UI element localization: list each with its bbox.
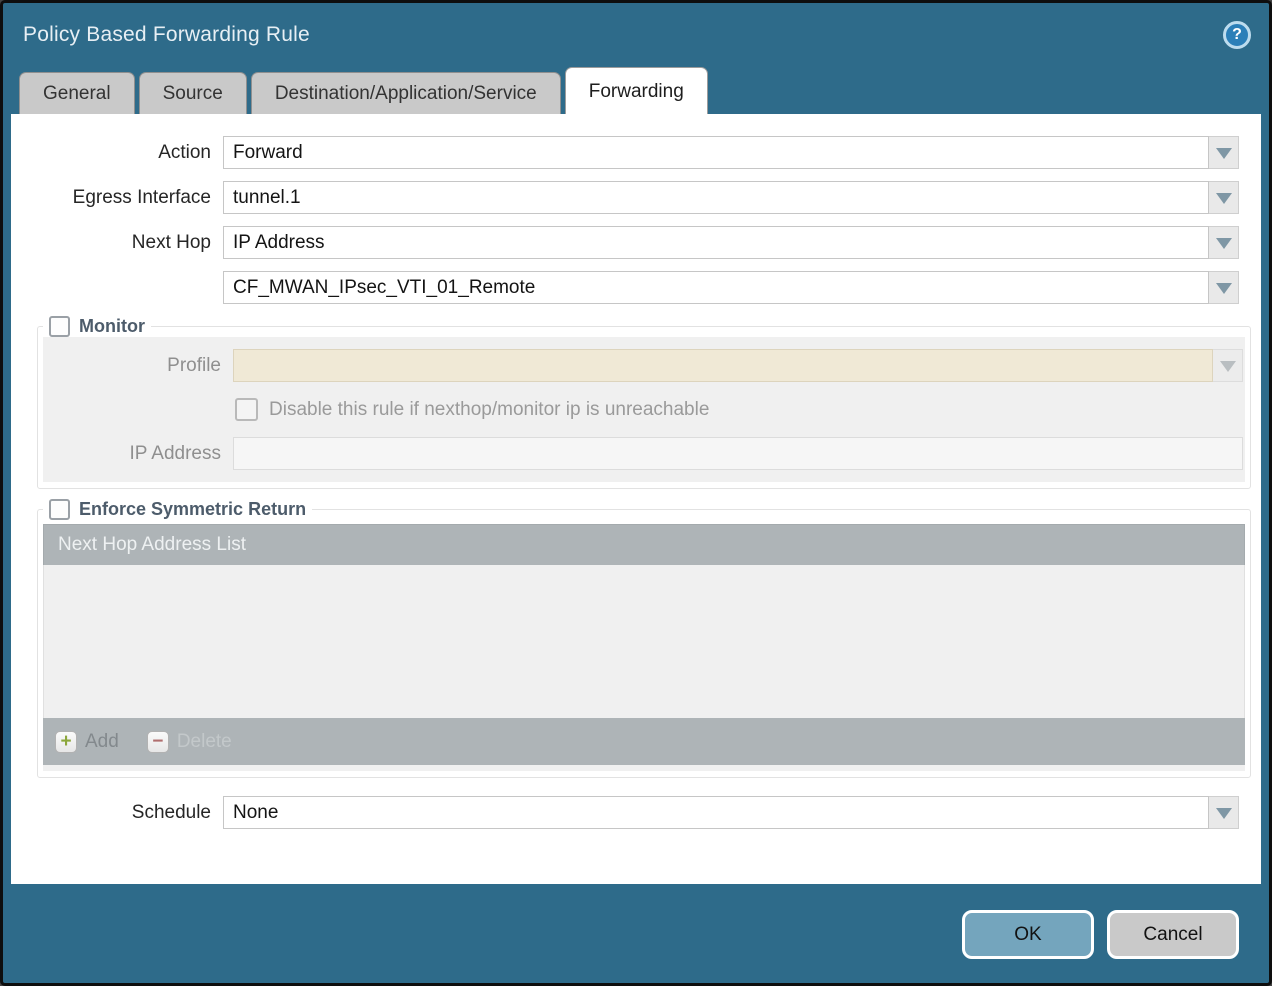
forwarding-tab-panel: Action Forward Egress Interface tunnel.1… [11,114,1261,884]
monitor-panel: Profile Disable this rule if nexthop/mon… [43,337,1245,482]
profile-label: Profile [43,355,233,377]
disable-rule-label: Disable this rule if nexthop/monitor ip … [269,399,709,421]
add-button[interactable]: + Add [55,731,119,753]
disable-rule-row: Disable this rule if nexthop/monitor ip … [235,393,1243,426]
schedule-dropdown-button[interactable] [1209,796,1239,829]
egress-interface-dropdown-button[interactable] [1209,181,1239,214]
plus-icon: + [55,731,77,753]
egress-interface-row: Egress Interface tunnel.1 [11,181,1239,214]
next-hop-row: Next Hop IP Address [11,226,1239,259]
action-dropdown-button[interactable] [1209,136,1239,169]
table-body-empty [43,565,1245,718]
tab-source[interactable]: Source [139,72,247,114]
chevron-down-icon [1216,193,1232,212]
pbf-rule-dialog: Policy Based Forwarding Rule ? General S… [0,0,1272,986]
dialog-footer: OK Cancel [3,884,1269,959]
help-icon[interactable]: ? [1223,21,1251,49]
delete-button[interactable]: − Delete [147,731,232,753]
next-hop-address-list-column-header: Next Hop Address List [58,534,246,556]
action-label: Action [11,142,223,164]
chevron-down-icon [1220,361,1236,380]
schedule-row: Schedule None [11,796,1239,829]
next-hop-address-dropdown-button[interactable] [1209,271,1239,304]
monitor-group: Monitor Profile Disable this rule if nex… [37,316,1251,489]
table-toolbar: + Add − Delete [43,718,1245,765]
enforce-symmetric-return-checkbox[interactable] [49,499,70,520]
monitor-ip-address-input [233,437,1243,470]
delete-button-label: Delete [177,731,232,753]
next-hop-type-dropdown-button[interactable] [1209,226,1239,259]
table-header-row: Next Hop Address List [43,524,1245,565]
disable-rule-checkbox [235,398,258,421]
next-hop-type-select[interactable]: IP Address [223,226,1209,259]
add-button-label: Add [85,731,119,753]
enforce-legend: Enforce Symmetric Return [43,499,312,520]
next-hop-address-list-table: Next Hop Address List + Add − Delete [43,524,1245,771]
action-select[interactable]: Forward [223,136,1209,169]
monitor-ip-address-label: IP Address [43,443,233,465]
next-hop-address-row: CF_MWAN_IPsec_VTI_01_Remote [11,271,1239,304]
monitor-legend: Monitor [43,316,151,337]
chevron-down-icon [1216,808,1232,827]
next-hop-address-select[interactable]: CF_MWAN_IPsec_VTI_01_Remote [223,271,1209,304]
chevron-down-icon [1216,238,1232,257]
tab-destination-application-service[interactable]: Destination/Application/Service [251,72,561,114]
action-row: Action Forward [11,136,1239,169]
chevron-down-icon [1216,148,1232,167]
tab-general[interactable]: General [19,72,135,114]
chevron-down-icon [1216,283,1232,302]
enforce-symmetric-return-title: Enforce Symmetric Return [79,499,306,520]
next-hop-label: Next Hop [11,232,223,254]
tab-forwarding[interactable]: Forwarding [565,67,708,114]
cancel-button[interactable]: Cancel [1107,910,1239,959]
tab-strip: General Source Destination/Application/S… [3,67,1269,114]
enforce-symmetric-return-group: Enforce Symmetric Return Next Hop Addres… [37,499,1251,778]
table-bottom-strip [43,765,1245,771]
monitor-ip-address-row: IP Address [43,437,1243,470]
egress-interface-label: Egress Interface [11,187,223,209]
monitor-checkbox[interactable] [49,316,70,337]
ok-button[interactable]: OK [962,910,1094,959]
dialog-title: Policy Based Forwarding Rule [23,23,310,47]
minus-icon: − [147,731,169,753]
schedule-label: Schedule [11,802,223,824]
title-bar: Policy Based Forwarding Rule ? [3,3,1269,67]
egress-interface-select[interactable]: tunnel.1 [223,181,1209,214]
monitor-title: Monitor [79,316,145,337]
profile-select [233,349,1213,382]
profile-row: Profile [43,349,1243,382]
profile-dropdown-button [1213,349,1243,382]
schedule-select[interactable]: None [223,796,1209,829]
